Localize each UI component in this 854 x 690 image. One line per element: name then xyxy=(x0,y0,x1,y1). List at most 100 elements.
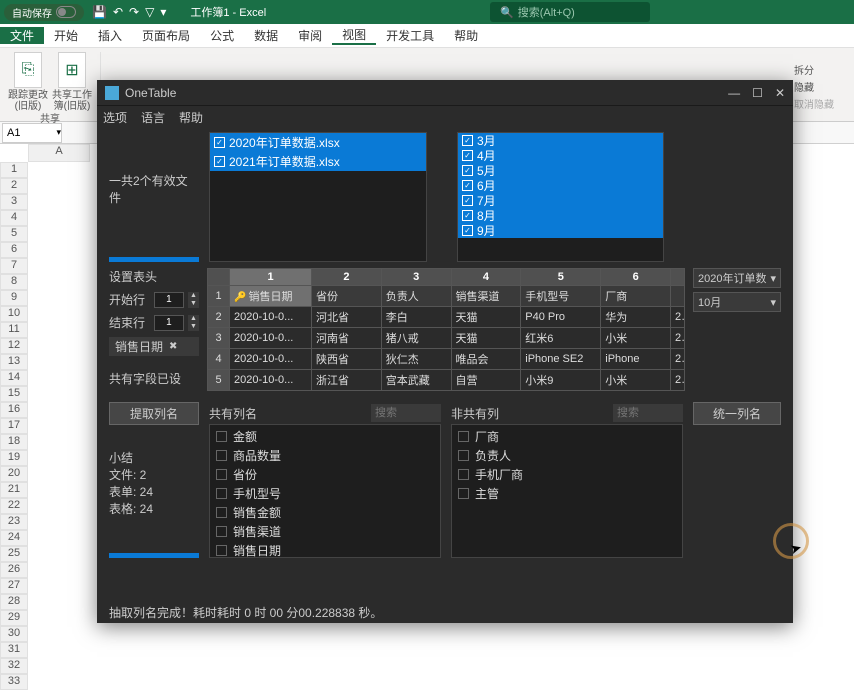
checkbox-icon[interactable] xyxy=(216,450,227,461)
split-button[interactable]: 拆分 xyxy=(794,62,834,77)
spin-up[interactable]: ▲ xyxy=(188,315,199,323)
minimize-button[interactable]: — xyxy=(728,86,740,100)
start-row-input[interactable] xyxy=(154,292,184,308)
spin-down[interactable]: ▼ xyxy=(188,323,199,331)
row-17[interactable]: 17 xyxy=(0,418,28,434)
row-2[interactable]: 2 xyxy=(0,178,28,194)
row-20[interactable]: 20 xyxy=(0,466,28,482)
menu-view[interactable]: 视图 xyxy=(332,26,376,45)
shared-cols-list[interactable]: 金额 商品数量 省份 手机型号 销售金额 销售渠道 销售日期 xyxy=(209,424,441,558)
nonshared-cols-list[interactable]: 厂商 负责人 手机厂商 主管 xyxy=(451,424,683,558)
row-25[interactable]: 25 xyxy=(0,546,28,562)
close-icon[interactable]: ✖ xyxy=(169,341,177,352)
row-3[interactable]: 3 xyxy=(0,194,28,210)
checkbox-icon[interactable] xyxy=(458,450,469,461)
search-box[interactable]: 🔍 搜索(Alt+Q) xyxy=(490,2,650,22)
row-15[interactable]: 15 xyxy=(0,386,28,402)
onetable-titlebar[interactable]: OneTable — ☐ ✕ xyxy=(97,80,793,106)
nonshared-search-input[interactable] xyxy=(613,404,683,422)
row-19[interactable]: 19 xyxy=(0,450,28,466)
hide-button[interactable]: 隐藏 xyxy=(794,79,834,94)
row-10[interactable]: 10 xyxy=(0,306,28,322)
menu-options[interactable]: 选项 xyxy=(103,109,127,126)
row-23[interactable]: 23 xyxy=(0,514,28,530)
checkbox-icon[interactable]: ✓ xyxy=(214,156,225,167)
menu-data[interactable]: 数据 xyxy=(244,27,288,44)
autosave-toggle[interactable]: 自动保存 xyxy=(4,4,84,21)
menu-help[interactable]: 帮助 xyxy=(179,109,203,126)
menu-insert[interactable]: 插入 xyxy=(88,27,132,44)
extract-columns-button[interactable]: 提取列名 xyxy=(109,402,199,425)
row-22[interactable]: 22 xyxy=(0,498,28,514)
checkbox-icon[interactable] xyxy=(458,488,469,499)
row-7[interactable]: 7 xyxy=(0,258,28,274)
checkbox-icon[interactable] xyxy=(216,469,227,480)
row-13[interactable]: 13 xyxy=(0,354,28,370)
unify-columns-button[interactable]: 统一列名 xyxy=(693,402,781,425)
row-21[interactable]: 21 xyxy=(0,482,28,498)
more-icon[interactable]: ▾ xyxy=(160,5,166,19)
share-workbook-button[interactable]: ⊞ 共享工作簿(旧版) xyxy=(52,52,92,112)
checkbox-icon[interactable]: ✓ xyxy=(462,180,473,191)
undo-icon[interactable]: ↶ xyxy=(113,5,123,19)
checkbox-icon[interactable]: ✓ xyxy=(462,195,473,206)
month-combo[interactable]: 10月▾ xyxy=(693,292,781,312)
shared-search-input[interactable] xyxy=(371,404,441,422)
checkbox-icon[interactable] xyxy=(216,488,227,499)
row-33[interactable]: 33 xyxy=(0,674,28,690)
menu-lang[interactable]: 语言 xyxy=(141,109,165,126)
checkbox-icon[interactable] xyxy=(458,469,469,480)
checkbox-icon[interactable]: ✓ xyxy=(462,210,473,221)
menu-review[interactable]: 审阅 xyxy=(288,27,332,44)
row-14[interactable]: 14 xyxy=(0,370,28,386)
row-8[interactable]: 8 xyxy=(0,274,28,290)
row-1[interactable]: 1 xyxy=(0,162,28,178)
menu-dev[interactable]: 开发工具 xyxy=(376,27,444,44)
row-28[interactable]: 28 xyxy=(0,594,28,610)
row-18[interactable]: 18 xyxy=(0,434,28,450)
row-11[interactable]: 11 xyxy=(0,322,28,338)
checkbox-icon[interactable]: ✓ xyxy=(462,165,473,176)
checkbox-icon[interactable] xyxy=(216,545,227,556)
menu-home[interactable]: 开始 xyxy=(44,27,88,44)
end-row-input[interactable] xyxy=(154,315,184,331)
row-16[interactable]: 16 xyxy=(0,402,28,418)
checkbox-icon[interactable]: ✓ xyxy=(462,135,473,146)
date-tag[interactable]: 销售日期 ✖ xyxy=(109,337,199,356)
checkbox-icon[interactable] xyxy=(216,507,227,518)
track-changes-button[interactable]: ⎘ 跟踪更改(旧版) xyxy=(8,52,48,112)
unhide-button[interactable]: 取消隐藏 xyxy=(794,96,834,111)
row-5[interactable]: 5 xyxy=(0,226,28,242)
row-29[interactable]: 29 xyxy=(0,610,28,626)
menu-help[interactable]: 帮助 xyxy=(444,27,488,44)
row-6[interactable]: 6 xyxy=(0,242,28,258)
filter-icon[interactable]: ▽ xyxy=(145,5,154,19)
row-27[interactable]: 27 xyxy=(0,578,28,594)
spin-down[interactable]: ▼ xyxy=(188,300,199,308)
checkbox-icon[interactable]: ✓ xyxy=(462,225,473,236)
menu-layout[interactable]: 页面布局 xyxy=(132,27,200,44)
save-icon[interactable]: 💾 xyxy=(92,5,107,19)
checkbox-icon[interactable] xyxy=(216,431,227,442)
row-32[interactable]: 32 xyxy=(0,658,28,674)
months-list[interactable]: ✓3月 ✓4月 ✓5月 ✓6月 ✓7月 ✓8月 ✓9月 xyxy=(457,132,664,262)
col-A[interactable]: A xyxy=(28,144,90,162)
year-combo[interactable]: 2020年订单数▾ xyxy=(693,268,781,288)
menu-formula[interactable]: 公式 xyxy=(200,27,244,44)
row-31[interactable]: 31 xyxy=(0,642,28,658)
checkbox-icon[interactable] xyxy=(458,431,469,442)
row-30[interactable]: 30 xyxy=(0,626,28,642)
preview-grid[interactable]: 1 2 3 4 5 6 1 🔑销售日期 省份 负责人 销售渠道 xyxy=(207,268,685,391)
maximize-button[interactable]: ☐ xyxy=(752,86,763,100)
row-9[interactable]: 9 xyxy=(0,290,28,306)
row-24[interactable]: 24 xyxy=(0,530,28,546)
checkbox-icon[interactable]: ✓ xyxy=(462,150,473,161)
row-12[interactable]: 12 xyxy=(0,338,28,354)
checkbox-icon[interactable] xyxy=(216,526,227,537)
files-list[interactable]: ✓2020年订单数据.xlsx ✓2021年订单数据.xlsx xyxy=(209,132,427,262)
spin-up[interactable]: ▲ xyxy=(188,292,199,300)
menu-file[interactable]: 文件 xyxy=(0,27,44,44)
row-26[interactable]: 26 xyxy=(0,562,28,578)
redo-icon[interactable]: ↷ xyxy=(129,5,139,19)
name-box[interactable]: A1▾ xyxy=(2,123,62,143)
